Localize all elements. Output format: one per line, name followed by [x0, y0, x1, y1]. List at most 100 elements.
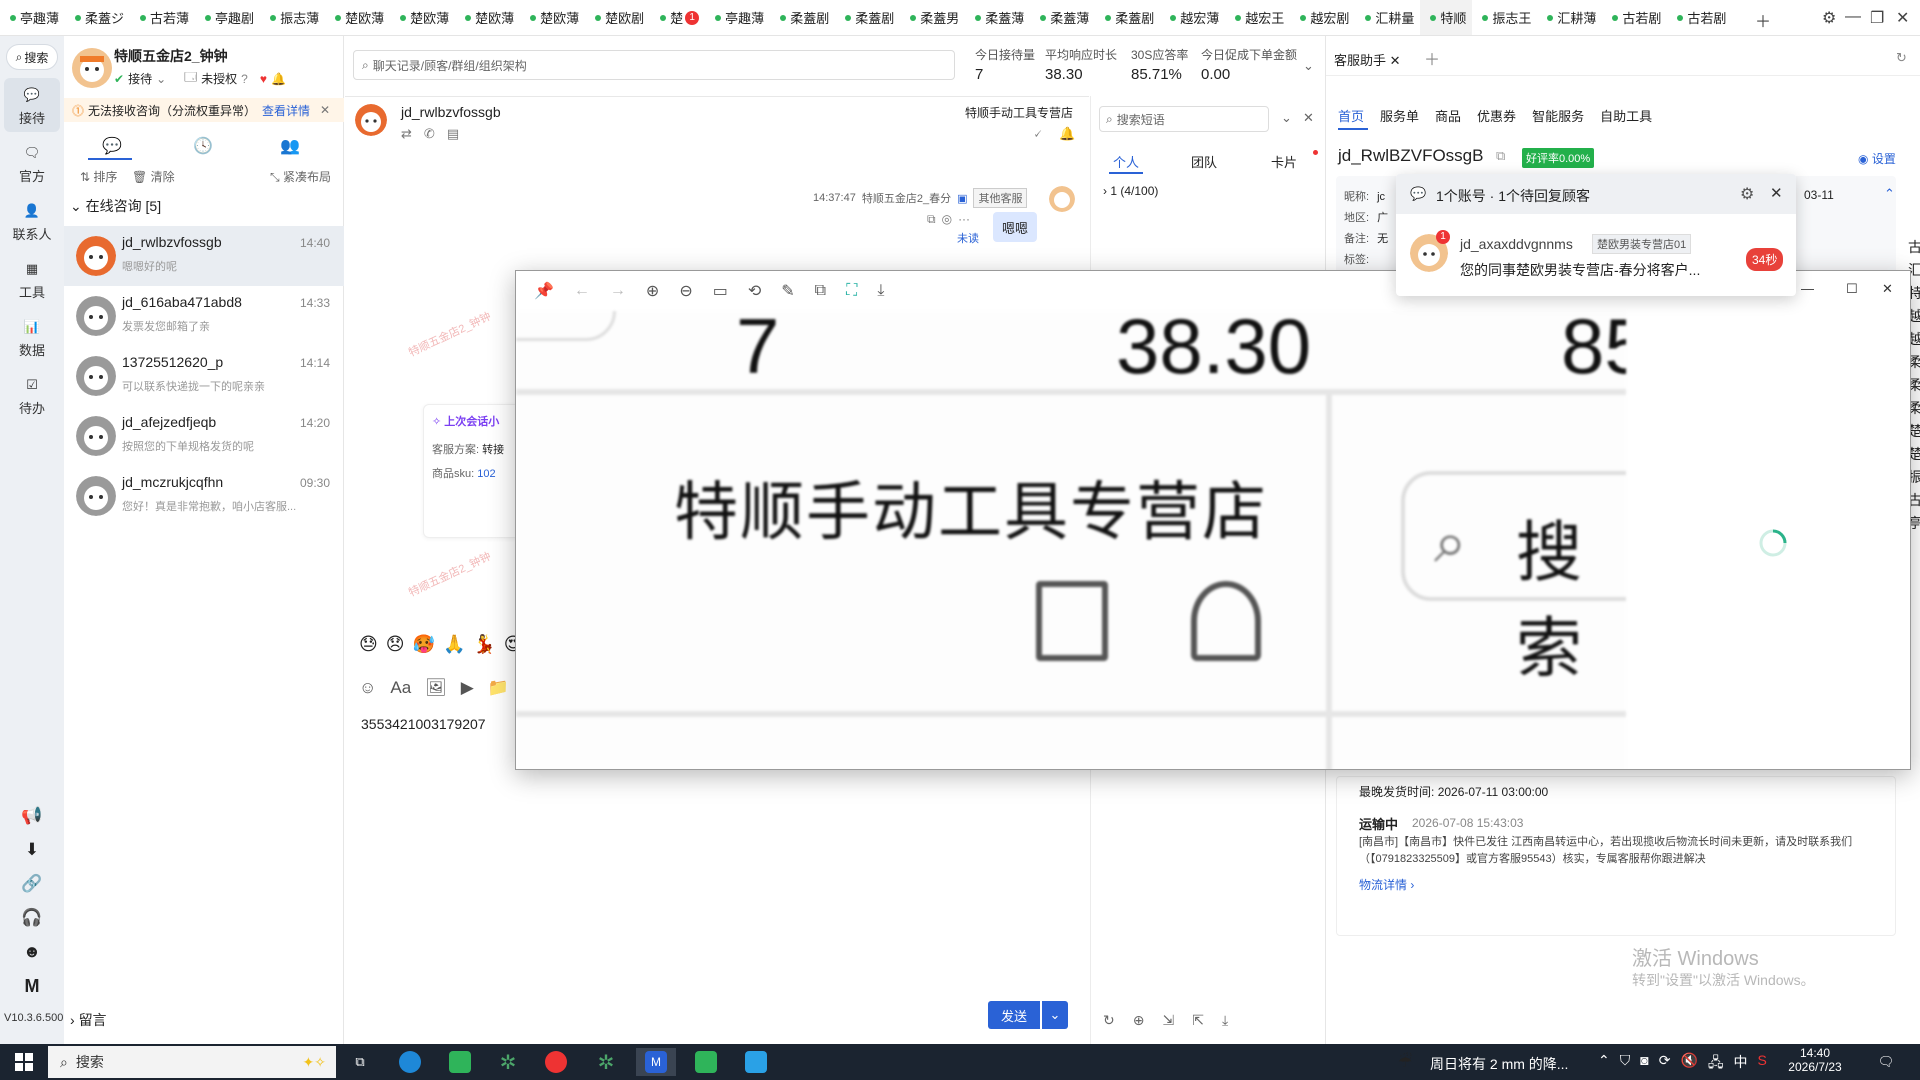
contact-item[interactable]: 13725512620_p 14:14 可以联系快递拢一下的呢亲亲	[64, 346, 344, 406]
folder-icon[interactable]: 📁	[488, 678, 509, 698]
popup-customer[interactable]: jd_axaxddvgnnms	[1460, 236, 1573, 252]
app-tab[interactable]: 楚欧薄	[390, 0, 455, 35]
sogou-icon[interactable]: S	[1758, 1052, 1767, 1076]
start-button[interactable]	[4, 1048, 44, 1076]
fit-icon[interactable]: ▭	[713, 281, 728, 301]
tab-personal[interactable]: 个人	[1113, 152, 1139, 171]
shield-icon[interactable]: ⛉	[1620, 1052, 1631, 1076]
app-tab[interactable]: 柔蓋剧	[770, 0, 835, 35]
zoom-out-icon[interactable]: ⊖	[679, 281, 692, 301]
refresh-icon[interactable]: ↻	[1103, 1012, 1115, 1029]
app-tab[interactable]: 振志薄	[260, 0, 325, 35]
chevron-up-icon[interactable]: ⌃	[1598, 1052, 1610, 1076]
minimize-icon[interactable]: —	[1801, 281, 1814, 296]
team-tab-icon[interactable]: 👥	[280, 136, 300, 156]
notification-icon[interactable]: 🗨	[1866, 1048, 1906, 1076]
quick-emoji[interactable]: 💃	[473, 634, 495, 655]
tab-card[interactable]: 卡片	[1271, 152, 1297, 171]
taskbar-search[interactable]: ⌕ 搜索 ✦✧	[48, 1046, 336, 1078]
bell-icon[interactable]: 🔔	[271, 72, 286, 86]
app-star-icon[interactable]: ✲	[586, 1048, 626, 1076]
app-tab[interactable]: 特顺	[1420, 0, 1473, 35]
megaphone-icon[interactable]: 📢	[0, 806, 64, 840]
app-tab[interactable]: 越宏剧	[1290, 0, 1355, 35]
message-input[interactable]: 3553421003179207	[361, 716, 486, 732]
rotate-icon[interactable]: ⟲	[748, 281, 761, 301]
chat-tab-icon[interactable]: 💬	[102, 136, 122, 156]
nav-item[interactable]: 📊 数据	[4, 310, 60, 364]
download-icon[interactable]: ⤓	[1222, 1012, 1228, 1029]
task-view-icon[interactable]: ⧉	[340, 1048, 380, 1076]
add-circle-icon[interactable]: ⊕	[1133, 1012, 1145, 1029]
app-tab[interactable]: 楚欧薄	[455, 0, 520, 35]
add-tab-icon[interactable]: ＋	[1755, 8, 1771, 32]
network-icon[interactable]: 🖧	[1708, 1052, 1724, 1076]
app-tab[interactable]: 越宏薄	[1160, 0, 1225, 35]
maximize-icon[interactable]: ☐	[1846, 281, 1858, 297]
sort-button[interactable]: ⇅ 排序	[80, 168, 117, 185]
chevron-up-icon[interactable]: ⌃	[1884, 186, 1895, 202]
tab-team[interactable]: 团队	[1191, 152, 1217, 171]
app-tab[interactable]: 柔蓋剧	[835, 0, 900, 35]
contact-item[interactable]: jd_616aba471abd8 14:33 发票发您邮箱了亲	[64, 286, 344, 346]
nav-item[interactable]: 👤 联系人	[4, 194, 60, 248]
help-icon[interactable]: ?	[241, 72, 248, 86]
quote-icon[interactable]: ◎	[942, 212, 952, 227]
chat-app-icon[interactable]	[736, 1048, 776, 1076]
quick-emoji[interactable]: 😓	[359, 634, 378, 655]
app-tab[interactable]: 柔蓋剧	[1095, 0, 1160, 35]
settings-link[interactable]: ◉ 设置	[1858, 150, 1896, 167]
send-options-icon[interactable]: ⌄	[1042, 1001, 1068, 1029]
phrase-group[interactable]: › 1 (4/100)	[1103, 184, 1158, 198]
wechat-tray-icon[interactable]: ◙	[1640, 1052, 1648, 1076]
font-icon[interactable]: Aa	[390, 678, 411, 698]
maximize-icon[interactable]: ❐	[1870, 8, 1884, 28]
contact-item[interactable]: jd_rwlbzvfossgb 14:40 嗯嗯好的呢	[64, 226, 344, 286]
export-icon[interactable]: ⇱	[1192, 1012, 1204, 1029]
app-tab[interactable]: 柔蓋男	[900, 0, 965, 35]
app-tab[interactable]: 柔蓋薄	[1030, 0, 1095, 35]
transfer-icon[interactable]: ⇄	[401, 126, 412, 142]
message-bubble[interactable]: 嗯嗯	[993, 212, 1037, 242]
assistant-nav-item[interactable]: 服务单	[1380, 106, 1419, 125]
phone-icon[interactable]: ✆	[424, 126, 435, 142]
bookmark-icon[interactable]: 🗸	[1033, 126, 1042, 142]
edit-icon[interactable]: ✎	[781, 281, 794, 301]
settings-icon[interactable]: ⚙	[1822, 8, 1836, 28]
reception-status[interactable]: 接待	[128, 70, 152, 87]
app-tab[interactable]: 亭趣薄	[0, 0, 65, 35]
app-star-icon[interactable]: ✲	[488, 1048, 528, 1076]
history-tab-icon[interactable]: 🕓	[193, 136, 213, 156]
m-logo-icon[interactable]: M	[0, 976, 64, 1010]
ocr-icon[interactable]: ⛶	[846, 282, 857, 300]
edge-icon[interactable]	[390, 1048, 430, 1076]
contact-item[interactable]: jd_afejzedfjeqb 14:20 按照您的下单规格发货的呢	[64, 406, 344, 466]
copy-icon[interactable]: ⧉	[1496, 148, 1505, 164]
account-avatar[interactable]	[72, 48, 112, 88]
nav-search-button[interactable]: ⌕ 搜索	[6, 44, 58, 70]
bot-icon[interactable]: ☻	[0, 942, 64, 976]
app-tab[interactable]: 越宏王	[1225, 0, 1290, 35]
app-tab[interactable]: 汇耕量	[1355, 0, 1420, 35]
add-tab-icon[interactable]: ＋	[1424, 46, 1440, 70]
more-icon[interactable]: ···	[958, 212, 970, 227]
zoom-in-icon[interactable]: ⊕	[646, 281, 659, 301]
compact-layout-button[interactable]: ⤡ 紧凑布局	[270, 168, 331, 185]
app-tab[interactable]: 汇耕薄	[1537, 0, 1602, 35]
contact-item[interactable]: jd_mczrukjcqfhn 09:30 您好！真是非常抱歉，咱小店客服...	[64, 466, 344, 526]
assistant-nav-item[interactable]: 优惠券	[1477, 106, 1516, 125]
app-tab[interactable]: 振志王	[1472, 0, 1537, 35]
refresh-icon[interactable]: ↻	[1896, 50, 1907, 66]
edge-tab-char[interactable]: 古	[1908, 236, 1920, 259]
assistant-nav-item[interactable]: 自助工具	[1600, 106, 1652, 125]
download-icon[interactable]: ⤓	[877, 282, 884, 300]
app-tab[interactable]: 柔蓋ジ	[65, 0, 130, 35]
customer-avatar[interactable]	[355, 104, 387, 136]
heart-icon[interactable]: ♥	[260, 72, 267, 86]
app-tab[interactable]: 古若剧	[1602, 0, 1667, 35]
logistics-detail-link[interactable]: 物流详情 ›	[1359, 876, 1414, 893]
global-search-input[interactable]: ⌕ 聊天记录/顾客/群组/组织架构	[353, 50, 955, 80]
ime-indicator[interactable]: 中	[1734, 1052, 1748, 1076]
settings-icon[interactable]: ⚙	[1740, 184, 1754, 204]
quick-emoji[interactable]: 🥵	[413, 634, 435, 655]
